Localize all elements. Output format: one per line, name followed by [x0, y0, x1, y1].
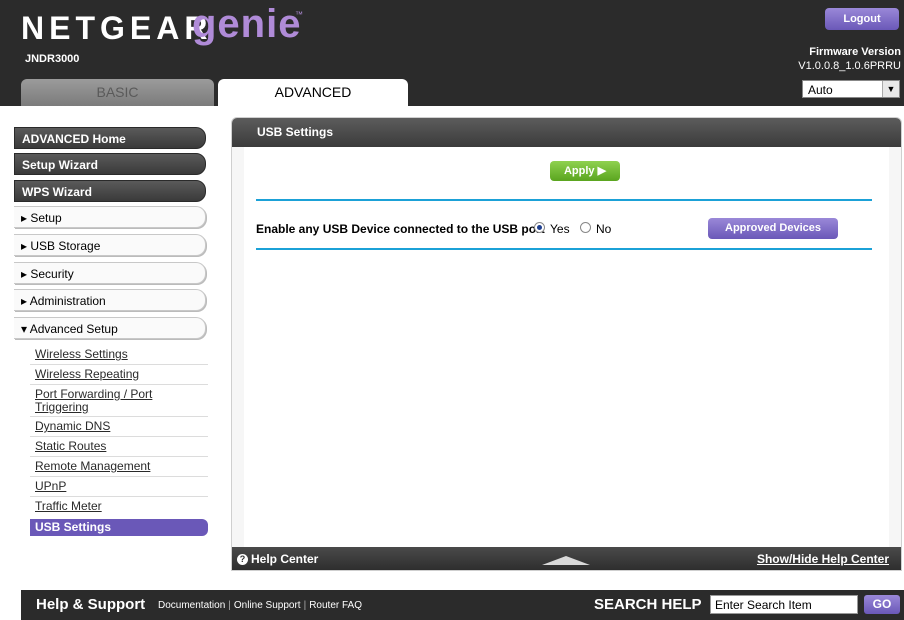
tab-basic[interactable]: BASIC — [21, 79, 214, 106]
sidebar-item-wireless-settings[interactable]: Wireless Settings — [35, 348, 203, 361]
radio-no-label: No — [596, 222, 612, 236]
main-panel: USB Settings Apply ▶ Enable any USB Devi… — [231, 117, 902, 571]
show-hide-help-link[interactable]: Show/Hide Help Center — [757, 552, 889, 566]
approved-devices-button[interactable]: Approved Devices — [708, 218, 838, 239]
documentation-link[interactable]: Documentation — [158, 600, 225, 611]
help-center-bar: ? Help Center Show/Hide Help Center — [232, 547, 901, 570]
firmware-label: Firmware Version — [809, 46, 901, 58]
expand-arrow-icon[interactable] — [542, 556, 590, 565]
sidebar-item-upnp[interactable]: UPnP — [35, 480, 203, 493]
divider — [30, 496, 208, 497]
divider — [30, 364, 208, 365]
sidebar-item-usb-settings[interactable]: USB Settings — [30, 519, 208, 536]
sidebar-section-advanced-setup[interactable]: ▾ Advanced Setup — [14, 317, 206, 339]
content-area: Apply ▶ Enable any USB Device connected … — [244, 147, 889, 547]
language-select[interactable]: Auto ▼ — [802, 80, 900, 98]
router-faq-link[interactable]: Router FAQ — [309, 600, 362, 611]
chevron-down-icon[interactable]: ▼ — [882, 81, 899, 97]
sidebar-item-remote-management[interactable]: Remote Management — [35, 460, 203, 473]
divider — [30, 456, 208, 457]
radio-no[interactable] — [580, 222, 591, 233]
footer: Help & Support Documentation | Online Supp… — [21, 590, 904, 620]
header: NETGEAR genie ™ JNDR3000 Logout Firmware… — [0, 0, 904, 106]
sidebar-section-security[interactable]: ▸ Security — [14, 262, 206, 284]
help-center-label[interactable]: ? Help Center — [237, 552, 318, 566]
divider — [30, 384, 208, 385]
sidebar-item-dynamic-dns[interactable]: Dynamic DNS — [35, 420, 203, 433]
genie-logo: genie — [192, 2, 302, 46]
firmware-version: V1.0.0.8_1.0.6PRRU — [798, 60, 901, 72]
sidebar-section-usb-storage[interactable]: ▸ USB Storage — [14, 234, 206, 256]
search-input[interactable] — [710, 595, 858, 614]
netgear-logo: NETGEAR — [21, 10, 213, 46]
divider — [30, 476, 208, 477]
radio-yes[interactable] — [534, 222, 545, 233]
sidebar-item-advanced-home[interactable]: ADVANCED Home — [14, 127, 206, 149]
trademark-mark: ™ — [295, 10, 303, 19]
go-button[interactable]: GO — [864, 595, 900, 614]
radio-yes-label: Yes — [550, 222, 570, 236]
page-title: USB Settings — [257, 125, 334, 139]
search-help-label: SEARCH HELP — [594, 596, 702, 613]
help-center-text: Help Center — [251, 552, 319, 566]
separator: | — [228, 600, 231, 611]
help-support-title: Help & Support — [36, 596, 146, 613]
sidebar-item-setup-wizard[interactable]: Setup Wizard — [14, 153, 206, 175]
sidebar-item-port-forwarding[interactable]: Port Forwarding / Port Triggering — [35, 388, 185, 414]
online-support-link[interactable]: Online Support — [234, 600, 301, 611]
logout-button[interactable]: Logout — [825, 8, 899, 30]
panel-title-bar: USB Settings — [232, 118, 901, 147]
apply-button[interactable]: Apply ▶ — [550, 161, 620, 181]
tab-advanced[interactable]: ADVANCED — [218, 79, 408, 106]
footer-links: Documentation | Online Support | Router FAQ — [158, 600, 362, 611]
model-name: JNDR3000 — [25, 53, 80, 65]
help-icon: ? — [237, 554, 248, 565]
divider — [256, 199, 872, 201]
language-select-value: Auto — [808, 83, 833, 97]
divider — [30, 416, 208, 417]
sidebar-item-static-routes[interactable]: Static Routes — [35, 440, 203, 453]
usb-enable-label: Enable any USB Device connected to the U… — [256, 222, 545, 236]
sidebar-item-wps-wizard[interactable]: WPS Wizard — [14, 180, 206, 202]
divider — [256, 248, 872, 250]
divider — [30, 436, 208, 437]
sidebar-section-administration[interactable]: ▸ Administration — [14, 289, 206, 311]
sidebar-item-traffic-meter[interactable]: Traffic Meter — [35, 500, 203, 513]
sidebar-section-setup[interactable]: ▸ Setup — [14, 206, 206, 228]
sidebar-item-wireless-repeating[interactable]: Wireless Repeating — [35, 368, 203, 381]
separator: | — [303, 600, 307, 611]
